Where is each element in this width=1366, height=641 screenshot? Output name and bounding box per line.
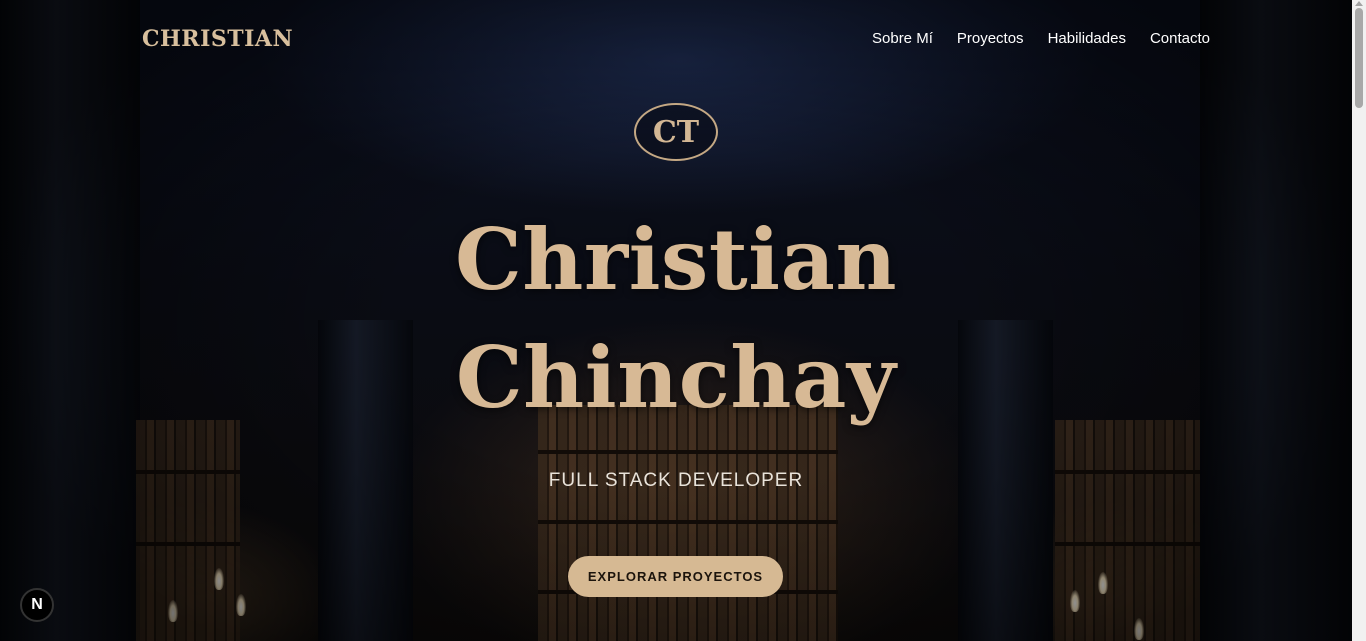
brand-logo[interactable]: CHRISTIAN: [142, 26, 293, 52]
scroll-up-arrow-icon[interactable]: [1355, 1, 1363, 6]
top-navbar: CHRISTIAN Sobre Mí Proyectos Habilidades…: [0, 0, 1352, 80]
nav-links: Sobre Mí Proyectos Habilidades Contacto: [872, 30, 1210, 47]
hero-title-first-name: Christian: [454, 210, 898, 309]
explore-projects-button[interactable]: EXPLORAR PROYECTOS: [568, 556, 783, 597]
page-scrollbar[interactable]: [1352, 0, 1366, 641]
nav-link-contacto[interactable]: Contacto: [1150, 30, 1210, 47]
vignette-overlay: [0, 0, 1352, 641]
nextjs-dev-badge[interactable]: N: [20, 588, 54, 622]
nav-link-sobre-mi[interactable]: Sobre Mí: [872, 30, 933, 47]
hero-title-last-name: Chinchay: [455, 328, 897, 427]
monogram-badge: CT: [634, 103, 718, 161]
nav-link-habilidades[interactable]: Habilidades: [1048, 30, 1126, 47]
hero-subtitle: FULL STACK DEVELOPER: [548, 470, 804, 491]
scrollbar-thumb[interactable]: [1355, 8, 1363, 108]
nav-link-proyectos[interactable]: Proyectos: [957, 30, 1024, 47]
page: CHRISTIAN Sobre Mí Proyectos Habilidades…: [0, 0, 1352, 641]
